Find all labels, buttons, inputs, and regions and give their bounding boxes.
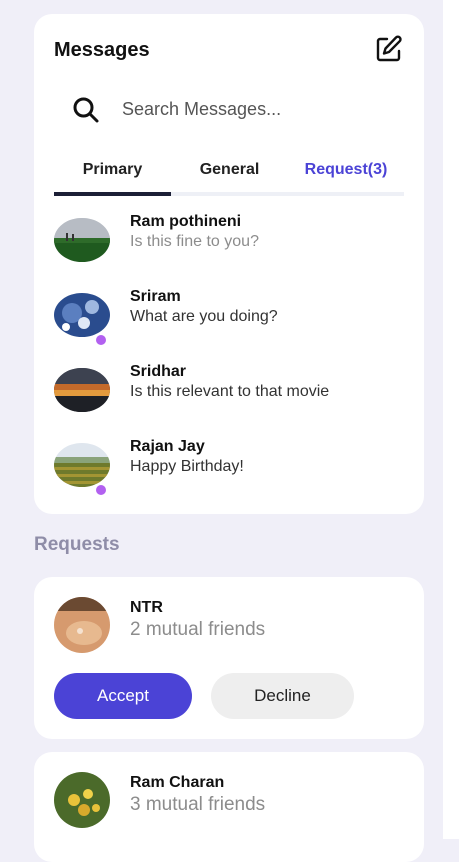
- avatar: [54, 772, 110, 828]
- message-item[interactable]: Rajan Jay Happy Birthday!: [54, 437, 404, 495]
- message-item[interactable]: Ram pothineni Is this fine to you?: [54, 212, 404, 268]
- avatar: [54, 218, 110, 262]
- messages-header: Messages: [54, 35, 404, 68]
- search-icon: [73, 97, 99, 123]
- message-sender: Sriram: [130, 288, 181, 305]
- online-indicator: [96, 335, 106, 345]
- mutual-friends: 2 mutual friends: [130, 619, 266, 640]
- message-preview: Is this fine to you?: [130, 233, 259, 250]
- active-tab-indicator: [54, 192, 171, 196]
- avatar: [54, 443, 110, 487]
- search-bar: [72, 94, 392, 126]
- decline-button[interactable]: Decline: [211, 673, 354, 719]
- tab-request[interactable]: Request(3): [288, 158, 404, 188]
- message-preview: What are you doing?: [130, 308, 278, 325]
- request-name: NTR: [130, 599, 163, 616]
- message-sender: Rajan Jay: [130, 438, 205, 455]
- avatar: [54, 597, 110, 653]
- online-indicator: [96, 485, 106, 495]
- message-preview: Is this relevant to that movie: [130, 383, 330, 400]
- tab-general[interactable]: General: [171, 158, 288, 188]
- message-sender: Ram pothineni: [130, 213, 242, 230]
- messages-title: Messages: [54, 39, 150, 61]
- avatar: [54, 293, 110, 337]
- message-item[interactable]: Sriram What are you doing?: [54, 287, 404, 345]
- right-edge: [443, 0, 459, 839]
- edit-icon[interactable]: [374, 34, 404, 64]
- accept-button[interactable]: Accept: [54, 673, 192, 719]
- mutual-friends: 3 mutual friends: [130, 794, 266, 815]
- request-name: Ram Charan: [130, 774, 225, 791]
- request-card: Ram Charan 3 mutual friends: [34, 752, 424, 862]
- message-preview: Happy Birthday!: [130, 458, 244, 475]
- avatar: [54, 368, 110, 412]
- tab-primary[interactable]: Primary: [54, 158, 171, 188]
- request-card: NTR 2 mutual friends Accept Decline: [34, 577, 424, 739]
- message-sender: Sridhar: [130, 363, 187, 380]
- search-input[interactable]: [122, 96, 382, 122]
- message-tabs: Primary General Request(3): [54, 154, 404, 196]
- requests-title: Requests: [34, 534, 120, 555]
- messages-card: Messages Primary General Request(3): [34, 14, 424, 514]
- message-item[interactable]: Sridhar Is this relevant to that movie: [54, 362, 404, 418]
